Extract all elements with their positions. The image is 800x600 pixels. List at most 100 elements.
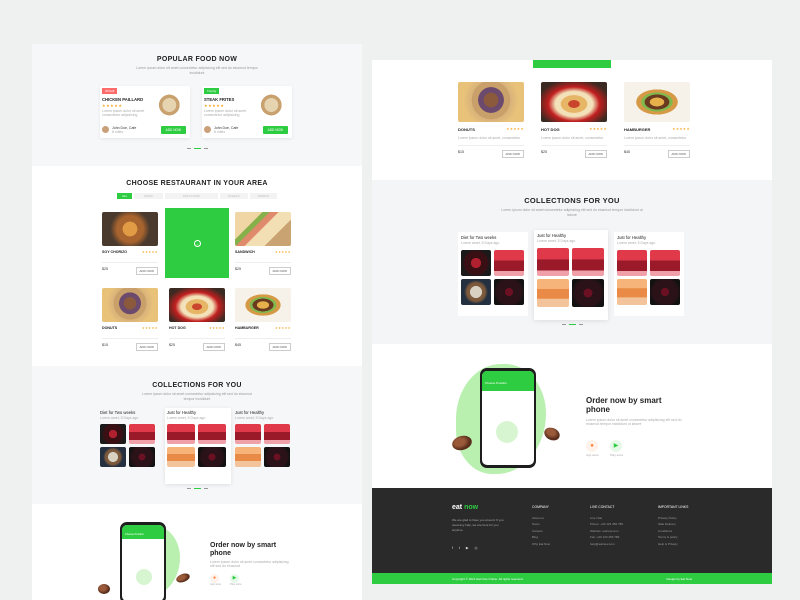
collection-card[interactable]: Just for Healthy Lorem amet, 5 Days ago <box>534 230 608 320</box>
twitter-icon[interactable]: t <box>459 546 460 550</box>
collection-meta: Lorem amet, 5 Days ago <box>461 241 500 245</box>
food-image <box>264 447 290 467</box>
collection-card[interactable]: Just for Healthy Lorem amet, 5 Days ago <box>614 232 684 316</box>
collection-meta: Lorem amet, 5 Days ago <box>235 416 274 420</box>
carousel-dot[interactable] <box>203 148 208 149</box>
featured-tile-edge <box>533 60 611 68</box>
collection-meta: Lorem amet, 5 Days ago <box>100 416 139 420</box>
add-now-button[interactable]: ADD NOW <box>667 150 690 158</box>
rating-stars: ★★★★★ <box>589 127 607 131</box>
food-name: HAMBURGER <box>235 326 259 330</box>
food-card[interactable]: HOT DOG ★★★★★ Lorem ipsum dolor sit amet,… <box>541 82 607 162</box>
footer-logo[interactable]: eat now <box>452 504 478 511</box>
carousel-dot[interactable] <box>186 148 191 149</box>
rating-stars: ★★★★★ <box>506 127 524 131</box>
food-name: HOT DOG <box>541 127 560 132</box>
footer-link[interactable]: Help & Privacy <box>658 541 718 547</box>
collection-card[interactable]: Diet for Two weeks Lorem amet, 5 Days ag… <box>458 232 528 316</box>
tab-drinks[interactable]: DRINKS <box>249 193 277 199</box>
youtube-icon[interactable]: ▶ <box>466 546 469 550</box>
add-now-button[interactable]: ADD NOW <box>160 126 186 134</box>
restaurant-item[interactable]: HOT DOG ★★★★★ $25 ADD NOW <box>169 288 225 354</box>
play-store-button[interactable]: ▶ Play store <box>230 574 242 586</box>
food-image <box>650 279 680 305</box>
collection-card[interactable]: Just for Healthy Lorem amet, 5 Days ago <box>165 408 231 484</box>
footer-column-links: IMPORTANT LINKS Privacy Policy Safe Deli… <box>658 505 718 547</box>
food-image <box>154 92 188 118</box>
popular-card[interactable]: Trendy STEAK FRITES ★★★★★ Lorem ipsum do… <box>202 86 292 138</box>
food-price: $25 <box>235 267 241 271</box>
add-now-button[interactable]: ADD NOW <box>262 126 288 134</box>
carousel-dot[interactable] <box>193 488 201 489</box>
collection-card[interactable]: Diet for Two weeks Lorem amet, 5 Days ag… <box>100 410 162 480</box>
restaurant-item[interactable]: DONUTS ★★★★★ $15 ADD NOW <box>102 288 158 354</box>
facebook-icon[interactable]: f <box>452 546 453 550</box>
restaurant-item[interactable]: SANDWICH ★★★★★ $25 ADD NOW <box>235 212 291 278</box>
phone-header: Choose Position <box>122 525 164 539</box>
add-now-button[interactable]: ADD NOW <box>135 267 158 275</box>
add-now-button[interactable]: ADD NOW <box>135 343 158 351</box>
play-store-icon: ▶ <box>230 574 239 583</box>
add-now-button[interactable]: ADD NOW <box>584 150 607 158</box>
food-image <box>198 424 226 444</box>
add-now-button[interactable]: ADD NOW <box>202 343 225 351</box>
restaurant-item[interactable]: SOY CHORIZO ★★★★★ $25 ADD NOW <box>102 212 158 278</box>
rating-stars: ★★★★★ <box>275 326 291 330</box>
collection-meta: Lorem amet, 5 Days ago <box>167 416 206 420</box>
add-now-button[interactable]: ADD NOW <box>268 267 291 275</box>
restaurant-item[interactable]: HAMBURGER ★★★★★ $45 ADD NOW <box>235 288 291 354</box>
food-image <box>458 82 524 122</box>
tab-fast-food[interactable]: FAST FOOD <box>164 193 218 199</box>
carousel-dots[interactable] <box>32 148 362 149</box>
collection-title: Diet for Two weeks <box>461 235 497 240</box>
play-store-button[interactable]: ▶ Play store <box>610 440 623 457</box>
carousel-dots[interactable] <box>32 488 362 489</box>
tab-all[interactable]: ALL <box>117 193 133 199</box>
add-now-button[interactable]: ADD NOW <box>501 150 524 158</box>
collection-meta: Lorem amet, 5 Days ago <box>617 241 656 245</box>
copyright-bar: Copyright © 2021 Eat Now Online. All rig… <box>372 573 772 584</box>
food-image <box>541 82 607 122</box>
food-image <box>617 250 647 276</box>
food-desc: Lorem ipsum dolor sit amet consectetur a… <box>204 109 247 117</box>
carousel-dots[interactable] <box>372 324 772 325</box>
featured-tile[interactable]: → <box>165 208 229 278</box>
carousel-dot[interactable] <box>193 148 201 149</box>
food-image <box>461 250 491 276</box>
play-store-icon: ▶ <box>610 440 622 452</box>
food-row: DONUTS ★★★★★ Lorem ipsum dolor sit amet, … <box>458 82 690 162</box>
footer-link[interactable]: help@eatnow.com <box>590 541 650 547</box>
section-title: COLLECTIONS FOR YOU <box>524 196 620 205</box>
order-desc: Lorem ipsum dolor sit amet consectetur a… <box>210 560 289 568</box>
collections-section: COLLECTIONS FOR YOU Lorem ipsum dolor si… <box>32 370 362 498</box>
footer-column-contact: LIVE CONTACT Live chat Phone: +00 123 45… <box>590 505 650 547</box>
phone-mockup: Choose Position <box>480 368 536 468</box>
phone-header: Choose Position <box>482 371 534 391</box>
add-now-button[interactable]: ADD NOW <box>268 343 291 351</box>
tab-steaks[interactable]: STEAKS <box>219 193 248 199</box>
carousel-dot[interactable] <box>578 324 583 325</box>
collection-card[interactable]: Just for Healthy Lorem amet, 5 Days ago <box>235 410 297 480</box>
food-image <box>537 279 569 307</box>
food-card[interactable]: HAMBURGER ★★★★★ Lorem ipsum dolor sit ame… <box>624 82 690 162</box>
popular-card[interactable]: 30%off CHICKEN PAILLARD ★★★★★ Lorem ipsu… <box>100 86 190 138</box>
carousel-dot[interactable] <box>561 324 566 325</box>
food-image <box>494 250 524 276</box>
arrow-right-icon[interactable]: → <box>193 239 201 247</box>
food-desc: Lorem ipsum dolor sit amet, consectetur <box>541 136 604 140</box>
carousel-dot[interactable] <box>568 324 576 325</box>
carousel-dot[interactable] <box>203 488 208 489</box>
food-name: DONUTS <box>458 127 475 132</box>
food-image <box>129 424 155 444</box>
carousel-dot[interactable] <box>186 488 191 489</box>
food-card[interactable]: DONUTS ★★★★★ Lorem ipsum dolor sit amet, … <box>458 82 524 162</box>
tab-pizza[interactable]: PIZZA <box>134 193 163 199</box>
order-title: Order now by smart phone <box>586 396 662 414</box>
instagram-icon[interactable]: ◎ <box>475 546 478 550</box>
rating-stars: ★★★★★ <box>204 103 225 108</box>
food-image <box>650 250 680 276</box>
footer-link[interactable]: Why Eat Now <box>532 541 584 547</box>
app-store-button[interactable]: ● App store <box>586 440 599 457</box>
food-image <box>617 279 647 305</box>
app-store-button[interactable]: ● App store <box>210 574 221 586</box>
